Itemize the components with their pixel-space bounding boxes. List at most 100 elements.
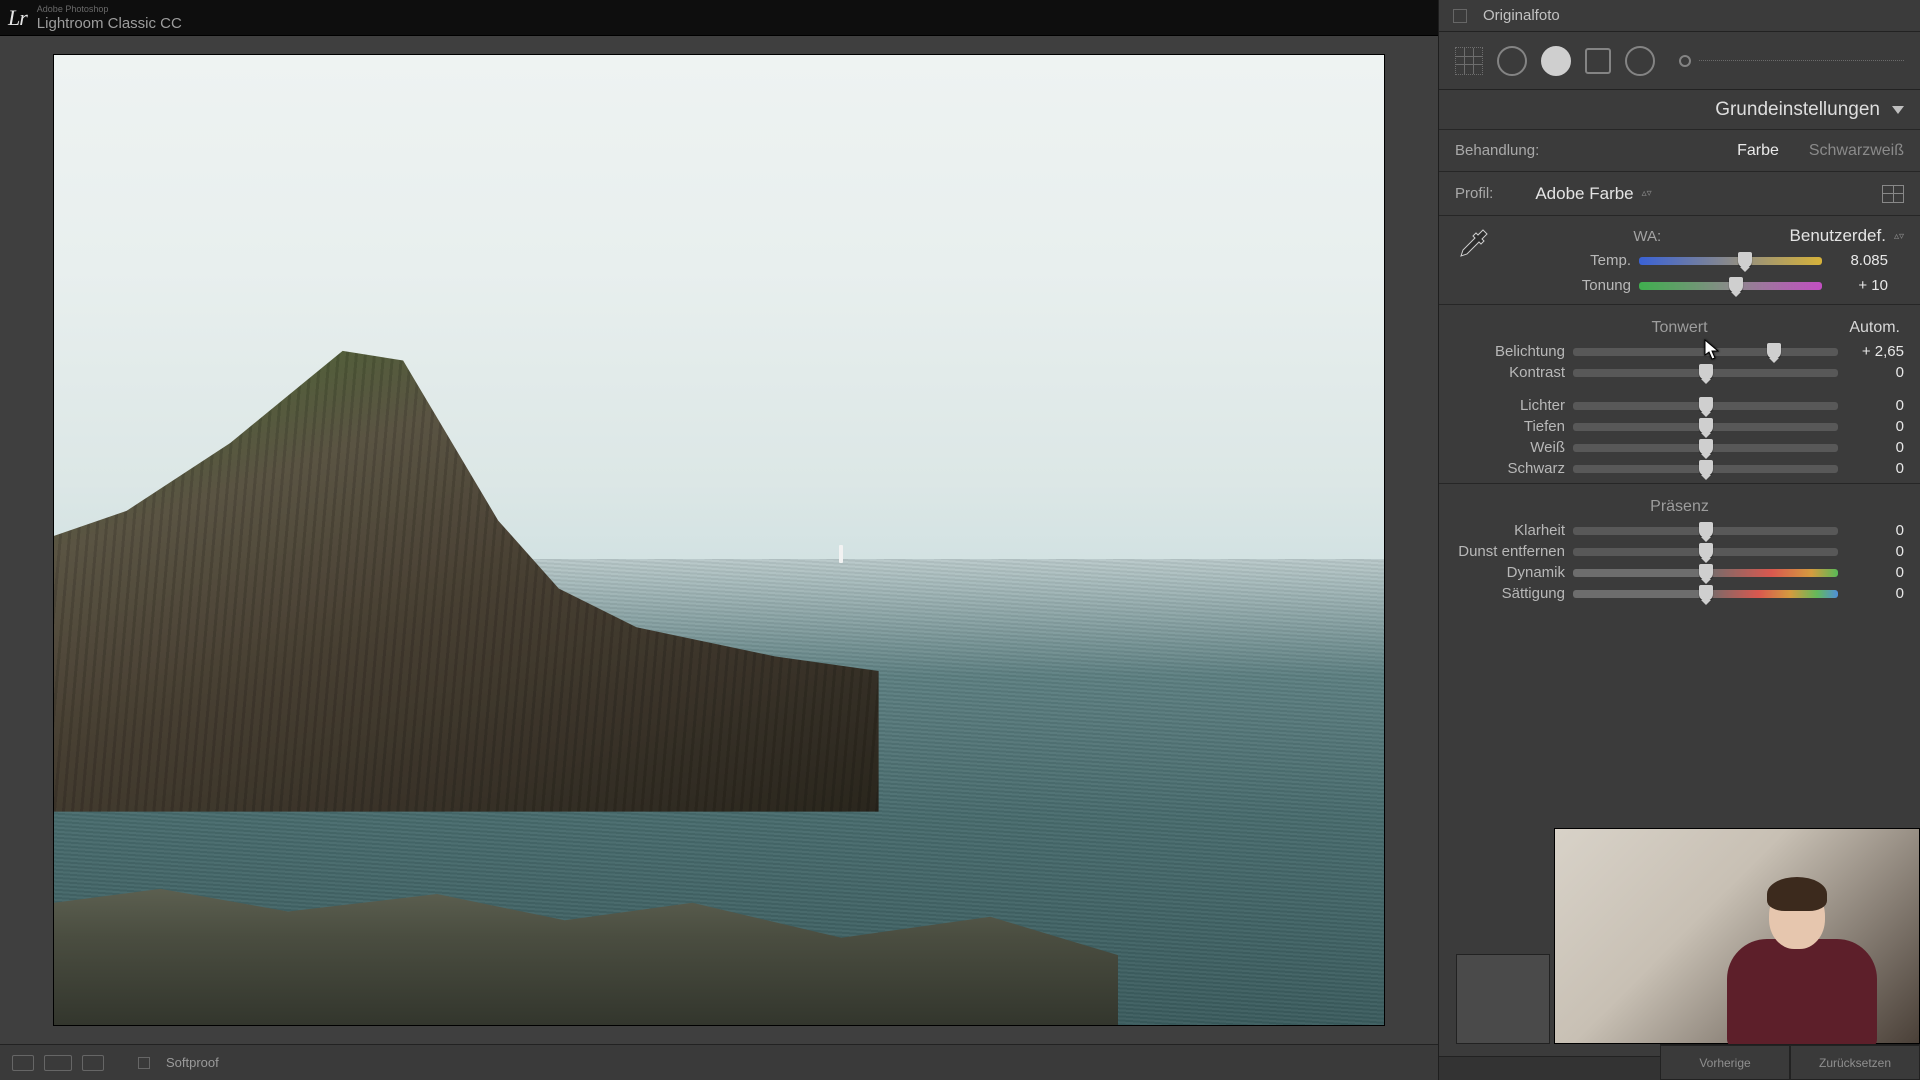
slider-thumb[interactable]: [1767, 343, 1781, 359]
original-row[interactable]: Originalfoto: [1439, 0, 1920, 32]
app-logo: Lr: [8, 5, 27, 31]
softproof-checkbox[interactable]: [138, 1057, 150, 1069]
slider-value[interactable]: 0: [1846, 522, 1904, 539]
slider-label: Klarheit: [1439, 522, 1565, 539]
treatment-row: Behandlung: Farbe Schwarzweiß: [1439, 130, 1920, 172]
slider-blacks[interactable]: Schwarz 0: [1439, 458, 1920, 479]
presence-header: Präsenz: [1439, 488, 1920, 520]
app-name: Lightroom Classic CC: [37, 16, 182, 31]
treatment-label: Behandlung:: [1455, 142, 1539, 159]
slider-saturation[interactable]: Sättigung 0: [1439, 583, 1920, 604]
slider-value[interactable]: 0: [1846, 460, 1904, 477]
view-loupe-icon[interactable]: [12, 1055, 34, 1071]
reset-button[interactable]: Zurücksetzen: [1790, 1045, 1920, 1080]
slider-thumb[interactable]: [1699, 397, 1713, 413]
slider-dehaze[interactable]: Dunst entfernen 0: [1439, 541, 1920, 562]
filmstrip-thumb[interactable]: [1456, 954, 1550, 1044]
wb-value: Benutzerdef.: [1790, 226, 1886, 246]
brush-tool-icon[interactable]: [1679, 55, 1904, 67]
wb-eyedropper-icon[interactable]: [1455, 226, 1491, 262]
slider-label: Tonung: [1505, 277, 1631, 294]
previous-button[interactable]: Vorherige: [1660, 1045, 1790, 1080]
original-checkbox[interactable]: [1453, 9, 1467, 23]
slider-value[interactable]: 0: [1846, 543, 1904, 560]
slider-thumb[interactable]: [1699, 364, 1713, 380]
slider-track[interactable]: [1573, 444, 1838, 452]
slider-value[interactable]: 8.085: [1830, 252, 1888, 269]
slider-track[interactable]: [1573, 590, 1838, 598]
slider-track[interactable]: [1573, 423, 1838, 431]
slider-contrast[interactable]: Kontrast 0: [1439, 362, 1920, 383]
slider-vibrance[interactable]: Dynamik 0: [1439, 562, 1920, 583]
slider-value[interactable]: 0: [1846, 564, 1904, 581]
slider-value[interactable]: 0: [1846, 418, 1904, 435]
slider-track[interactable]: [1639, 282, 1822, 290]
slider-tint[interactable]: Tonung + 10: [1505, 275, 1904, 296]
slider-label: Temp.: [1505, 252, 1631, 269]
slider-label: Sättigung: [1439, 585, 1565, 602]
slider-label: Dunst entfernen: [1439, 543, 1565, 560]
treatment-bw[interactable]: Schwarzweiß: [1809, 142, 1904, 160]
local-tools-row: [1439, 32, 1920, 90]
slider-value[interactable]: + 10: [1830, 277, 1888, 294]
app-subtitle: Adobe Photoshop: [37, 5, 182, 14]
view-grid-icon[interactable]: [82, 1055, 104, 1071]
profile-label: Profil:: [1455, 185, 1493, 202]
caret-icon: ▵▿: [1894, 231, 1904, 242]
slider-track[interactable]: [1573, 569, 1838, 577]
wb-dropdown[interactable]: Benutzerdef. ▵▿: [1790, 226, 1904, 246]
slider-label: Schwarz: [1439, 460, 1565, 477]
slider-thumb[interactable]: [1699, 543, 1713, 559]
slider-thumb[interactable]: [1699, 522, 1713, 538]
slider-thumb[interactable]: [1729, 277, 1743, 293]
canvas-area[interactable]: [0, 36, 1438, 1044]
profile-row: Profil: Adobe Farbe ▵▿: [1439, 172, 1920, 216]
treatment-color[interactable]: Farbe: [1737, 142, 1779, 160]
slider-label: Weiß: [1439, 439, 1565, 456]
slider-thumb[interactable]: [1738, 252, 1752, 268]
slider-label: Dynamik: [1439, 564, 1565, 581]
slider-exposure[interactable]: Belichtung + 2,65: [1439, 341, 1920, 362]
slider-value[interactable]: 0: [1846, 364, 1904, 381]
slider-track[interactable]: [1573, 465, 1838, 473]
footer-buttons: Vorherige Zurücksetzen: [1660, 1044, 1920, 1080]
crop-tool-icon[interactable]: [1455, 47, 1483, 75]
slider-track[interactable]: [1573, 548, 1838, 556]
slider-value[interactable]: 0: [1846, 439, 1904, 456]
original-label: Originalfoto: [1483, 7, 1560, 24]
slider-clarity[interactable]: Klarheit 0: [1439, 520, 1920, 541]
slider-thumb[interactable]: [1699, 460, 1713, 476]
softproof-label: Softproof: [166, 1055, 219, 1070]
view-beforeafter-icon[interactable]: [44, 1055, 72, 1071]
basic-panel-header[interactable]: Grundeinstellungen: [1439, 90, 1920, 130]
slider-track[interactable]: [1639, 257, 1822, 265]
tone-header: Tonwert Autom.: [1439, 309, 1920, 341]
slider-temp[interactable]: Temp. 8.085: [1505, 250, 1904, 271]
preview-photo[interactable]: [54, 55, 1384, 1025]
basic-panel-title: Grundeinstellungen: [1715, 99, 1880, 121]
slider-value[interactable]: 0: [1846, 585, 1904, 602]
slider-thumb[interactable]: [1699, 439, 1713, 455]
grad-tool-icon[interactable]: [1585, 48, 1611, 74]
slider-track[interactable]: [1573, 348, 1838, 356]
slider-track[interactable]: [1573, 402, 1838, 410]
radial-tool-icon[interactable]: [1625, 46, 1655, 76]
auto-button[interactable]: Autom.: [1849, 319, 1900, 337]
app-title-block: Adobe Photoshop Lightroom Classic CC: [37, 5, 182, 31]
slider-highlights[interactable]: Lichter 0: [1439, 395, 1920, 416]
slider-thumb[interactable]: [1699, 418, 1713, 434]
slider-value[interactable]: 0: [1846, 397, 1904, 414]
slider-shadows[interactable]: Tiefen 0: [1439, 416, 1920, 437]
redeye-tool-icon[interactable]: [1541, 46, 1571, 76]
profile-dropdown[interactable]: Adobe Farbe ▵▿: [1535, 184, 1651, 204]
profile-browser-icon[interactable]: [1882, 185, 1904, 203]
spot-tool-icon[interactable]: [1497, 46, 1527, 76]
slider-whites[interactable]: Weiß 0: [1439, 437, 1920, 458]
presence-title: Präsenz: [1650, 498, 1709, 516]
slider-track[interactable]: [1573, 527, 1838, 535]
slider-track[interactable]: [1573, 369, 1838, 377]
collapse-icon[interactable]: [1892, 106, 1904, 114]
slider-thumb[interactable]: [1699, 585, 1713, 601]
slider-value[interactable]: + 2,65: [1846, 343, 1904, 360]
slider-thumb[interactable]: [1699, 564, 1713, 580]
